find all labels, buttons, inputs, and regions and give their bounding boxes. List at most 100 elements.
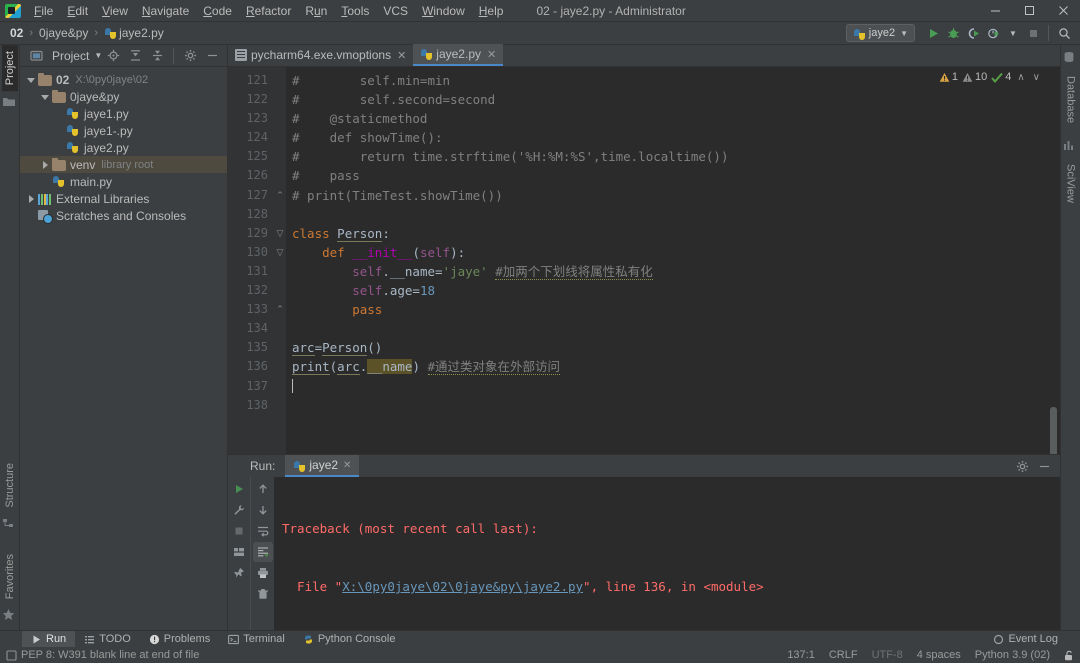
menu-item-file[interactable]: File: [27, 2, 60, 20]
tree-node-scratches-and-consoles[interactable]: Scratches and Consoles: [20, 207, 227, 224]
chevron-down-icon[interactable]: [26, 75, 36, 85]
code-text-area[interactable]: # self.min=min # self.second=second # @sta…: [286, 67, 1060, 454]
minimize-window-button[interactable]: [978, 0, 1012, 22]
problems-icon: [149, 634, 160, 645]
stop-button[interactable]: [229, 521, 249, 541]
close-icon[interactable]: ✕: [343, 460, 351, 471]
tree-node-venv[interactable]: venv library root: [20, 156, 227, 173]
profile-button[interactable]: [983, 23, 1003, 43]
bottom-tab-terminal[interactable]: Terminal: [219, 631, 294, 648]
next-problem-button[interactable]: ∨: [1031, 72, 1042, 83]
breadcrumb-item-jaye2-py[interactable]: jaye2.py: [104, 26, 164, 40]
rerun-button[interactable]: [229, 479, 249, 499]
toolbar-divider: [1048, 25, 1049, 41]
unlocked-icon[interactable]: [1063, 650, 1074, 661]
run-tab-jaye2[interactable]: jaye2 ✕: [285, 455, 360, 477]
menu-item-edit[interactable]: Edit: [60, 2, 95, 20]
menu-item-run[interactable]: Run: [298, 2, 334, 20]
bottom-tab-todo[interactable]: TODO: [75, 631, 140, 648]
clear-all-button[interactable]: [253, 584, 273, 604]
sidebar-item-structure[interactable]: Structure: [2, 457, 18, 514]
tree-node-jaye2-py[interactable]: jaye2.py: [20, 139, 227, 156]
run-panel-hide-button[interactable]: [1036, 458, 1052, 474]
chevron-down-icon[interactable]: ▼: [94, 51, 102, 60]
hide-panel-button[interactable]: [204, 48, 220, 64]
console-file-link[interactable]: X:\0py0jaye\02\0jaye&py\jaye2.py: [342, 579, 583, 594]
up-stack-button[interactable]: [253, 479, 273, 499]
menu-item-refactor[interactable]: Refactor: [239, 2, 298, 20]
menu-item-view[interactable]: View: [95, 2, 135, 20]
sidebar-item-project[interactable]: Project: [1, 45, 18, 92]
expand-all-button[interactable]: [127, 48, 143, 64]
run-tool-window: Run: jaye2 ✕ Traceback (most recent call…: [228, 454, 1060, 663]
tree-node-0jaye-py[interactable]: 0jaye&py: [20, 88, 227, 105]
edit-configurations-button[interactable]: [229, 500, 249, 520]
fold-marker[interactable]: ▽: [274, 243, 286, 262]
editor-scrollbar[interactable]: [1047, 67, 1060, 454]
bottom-tab-problems[interactable]: Problems: [140, 631, 219, 648]
status-item-utf-8[interactable]: UTF-8: [865, 649, 910, 661]
run-panel-settings-button[interactable]: [1014, 458, 1030, 474]
event-log-button[interactable]: Event Log: [984, 631, 1080, 648]
tree-node-jaye1--py[interactable]: jaye1-.py: [20, 122, 227, 139]
run-configuration-selector[interactable]: jaye2 ▼: [845, 24, 915, 42]
menu-item-help[interactable]: Help: [472, 2, 511, 20]
close-icon[interactable]: ✕: [487, 48, 496, 61]
bottom-tab-python-console[interactable]: Python Console: [294, 631, 405, 648]
python-file-icon: [420, 48, 433, 60]
title-bar: File Edit View Navigate Code Refactor Run Tools…: [0, 0, 1080, 22]
status-item-4-spaces[interactable]: 4 spaces: [910, 649, 968, 661]
debug-button[interactable]: [943, 23, 963, 43]
sidebar-item-database[interactable]: Database: [1063, 70, 1079, 129]
tree-node-02[interactable]: 02 X:\0py0jaye\02: [20, 71, 227, 88]
search-everywhere-button[interactable]: [1054, 23, 1074, 43]
project-tree[interactable]: 02 X:\0py0jaye\02 0jaye&py jaye1.py jaye1-.p…: [20, 67, 227, 630]
tree-node-external-libraries[interactable]: External Libraries: [20, 190, 227, 207]
inspection-widget[interactable]: 1 10 4 ∧ ∨: [939, 71, 1042, 83]
more-run-options-button[interactable]: ▼: [1003, 23, 1023, 43]
menu-item-code[interactable]: Code: [196, 2, 239, 20]
print-button[interactable]: [253, 563, 273, 583]
chevron-right-icon[interactable]: [26, 194, 36, 204]
menu-item-tools[interactable]: Tools: [334, 2, 376, 20]
down-stack-button[interactable]: [253, 500, 273, 520]
run-with-coverage-button[interactable]: [963, 23, 983, 43]
status-item-137-1[interactable]: 137:1: [780, 649, 822, 661]
editor-tab-jaye2-py[interactable]: jaye2.py ✕: [413, 44, 504, 66]
fold-marker[interactable]: ⌃: [274, 300, 286, 319]
maximize-window-button[interactable]: [1012, 0, 1046, 22]
close-icon[interactable]: ✕: [397, 49, 406, 62]
stop-button[interactable]: [1023, 23, 1043, 43]
fold-marker[interactable]: ⌃: [274, 186, 286, 205]
collapse-all-button[interactable]: [149, 48, 165, 64]
chevron-down-icon[interactable]: [40, 92, 50, 102]
close-window-button[interactable]: [1046, 0, 1080, 22]
menu-item-vcs[interactable]: VCS: [376, 2, 415, 20]
scroll-from-source-button[interactable]: [105, 48, 121, 64]
code-folding-gutter[interactable]: ⌃ ▽ ▽ ⌃: [274, 67, 286, 454]
breadcrumb-item-0jaye-py[interactable]: 0jaye&py: [39, 26, 88, 40]
editor-tab-pycharm64-exe-vmoptions[interactable]: pycharm64.exe.vmoptions ✕: [228, 44, 413, 66]
tree-node-jaye1-py[interactable]: jaye1.py: [20, 105, 227, 122]
run-button[interactable]: [923, 23, 943, 43]
gear-icon[interactable]: [182, 48, 198, 64]
pin-tab-button[interactable]: [229, 563, 249, 583]
status-item-crlf[interactable]: CRLF: [822, 649, 865, 661]
sidebar-item-favorites[interactable]: Favorites: [2, 548, 18, 605]
chevron-right-icon[interactable]: [40, 160, 50, 170]
soft-wrap-button[interactable]: [253, 521, 273, 541]
layout-button[interactable]: [229, 542, 249, 562]
status-item-python-3-9--02-[interactable]: Python 3.9 (02): [968, 649, 1057, 661]
menu-item-navigate[interactable]: Navigate: [135, 2, 196, 20]
menu-item-window[interactable]: Window: [415, 2, 472, 20]
line-number: 122: [246, 92, 268, 107]
scroll-to-end-button[interactable]: [252, 542, 273, 562]
breadcrumb-item-02[interactable]: 02: [10, 26, 23, 40]
bottom-tab-run[interactable]: Run: [22, 630, 76, 648]
fold-marker[interactable]: ▽: [274, 224, 286, 243]
tree-node-main-py[interactable]: main.py: [20, 173, 227, 190]
previous-problem-button[interactable]: ∧: [1015, 72, 1026, 83]
sidebar-item-sciview[interactable]: SciView: [1063, 158, 1079, 209]
tree-node-label: 0jaye&py: [70, 89, 120, 104]
